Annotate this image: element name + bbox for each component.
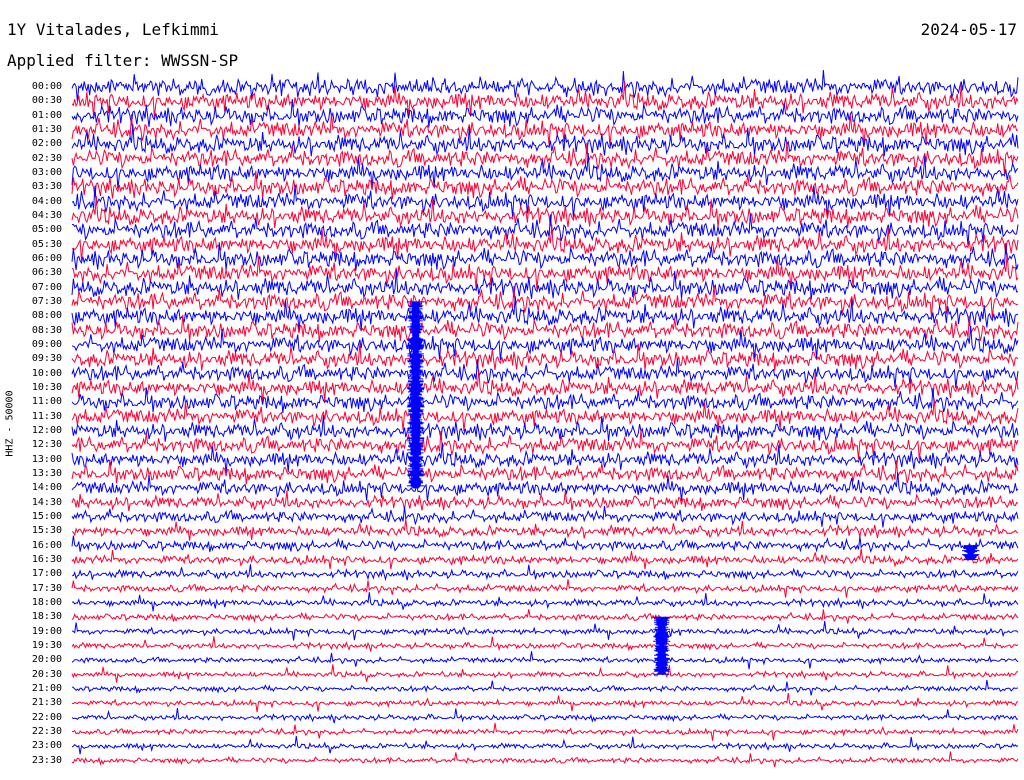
time-tick-1430: 14:30 — [31, 496, 62, 508]
time-tick-1700: 17:00 — [31, 568, 62, 580]
time-tick-0030: 00:30 — [31, 95, 62, 107]
trace-row-2100 — [71, 679, 1019, 696]
time-tick-0100: 01:00 — [31, 109, 62, 121]
time-tick-0830: 08:30 — [31, 324, 62, 336]
time-tick-1230: 12:30 — [31, 439, 62, 451]
time-tick-1130: 11:30 — [31, 410, 62, 422]
date-label: 2024-05-17 — [920, 20, 1017, 39]
time-tick-1500: 15:00 — [31, 510, 62, 522]
time-tick-0400: 04:00 — [31, 195, 62, 207]
trace-row-1700 — [71, 564, 1019, 582]
trace-row-1130 — [71, 398, 1019, 432]
time-tick-0600: 06:00 — [31, 252, 62, 264]
station-title: 1Y Vitalades, Lefkimmi — [7, 20, 219, 39]
trace-row-2030 — [71, 664, 1019, 683]
time-tick-0330: 03:30 — [31, 181, 62, 193]
time-tick-0900: 09:00 — [31, 338, 62, 350]
event-burst-3 — [962, 545, 980, 561]
time-tick-0200: 02:00 — [31, 138, 62, 150]
time-tick-1730: 17:30 — [31, 582, 62, 594]
trace-row-2000 — [71, 651, 1019, 670]
time-tick-1300: 13:00 — [31, 453, 62, 465]
trace-row-1530 — [71, 519, 1019, 541]
time-tick-1030: 10:30 — [31, 381, 62, 393]
time-tick-0230: 02:30 — [31, 152, 62, 164]
time-tick-2300: 23:00 — [31, 740, 62, 752]
trace-row-1930 — [71, 636, 1019, 652]
trace-row-1800 — [71, 592, 1019, 612]
time-tick-1330: 13:30 — [31, 467, 62, 479]
trace-row-1730 — [71, 579, 1019, 598]
trace-row-2330 — [71, 751, 1019, 768]
time-tick-1630: 16:30 — [31, 553, 62, 565]
time-tick-1000: 10:00 — [31, 367, 62, 379]
time-tick-0700: 07:00 — [31, 281, 62, 293]
trace-row-1200 — [71, 415, 1019, 442]
time-tick-1600: 16:00 — [31, 539, 62, 551]
time-tick-1800: 18:00 — [31, 596, 62, 608]
trace-row-1600 — [71, 535, 1019, 553]
time-tick-1830: 18:30 — [31, 611, 62, 623]
time-tick-2330: 23:30 — [31, 754, 62, 766]
time-tick-1200: 12:00 — [31, 424, 62, 436]
time-tick-2100: 21:00 — [31, 682, 62, 694]
time-tick-2030: 20:30 — [31, 668, 62, 680]
event-burst-1 — [406, 301, 425, 489]
trace-row-1030 — [71, 369, 1019, 403]
time-tick-0130: 01:30 — [31, 123, 62, 135]
time-tick-2230: 22:30 — [31, 725, 62, 737]
trace-row-1330 — [71, 459, 1019, 485]
time-tick-0000: 00:00 — [31, 81, 62, 92]
time-tick-0530: 05:30 — [31, 238, 62, 250]
trace-row-1100 — [71, 387, 1019, 414]
time-tick-2000: 20:00 — [31, 654, 62, 666]
time-tick-0500: 05:00 — [31, 224, 62, 236]
trace-row-1430 — [71, 490, 1019, 512]
trace-row-1630 — [71, 548, 1019, 570]
time-tick-0930: 09:30 — [31, 353, 62, 365]
time-tick-1900: 19:00 — [31, 625, 62, 637]
trace-row-2200 — [71, 708, 1019, 724]
trace-row-1500 — [71, 505, 1019, 528]
trace-row-0000 — [71, 70, 1019, 102]
time-tick-0800: 08:00 — [31, 310, 62, 322]
time-tick-0730: 07:30 — [31, 295, 62, 307]
time-tick-1530: 15:30 — [31, 525, 62, 537]
time-tick-0300: 03:00 — [31, 166, 62, 178]
trace-row-1830 — [71, 609, 1019, 624]
helicorder-plot — [71, 70, 1019, 768]
time-tick-2130: 21:30 — [31, 697, 62, 709]
time-tick-0430: 04:30 — [31, 209, 62, 221]
time-tick-1930: 19:30 — [31, 639, 62, 651]
time-tick-1100: 11:00 — [31, 396, 62, 408]
trace-row-2130 — [71, 692, 1019, 713]
channel-label: HHZ - 50000 — [4, 390, 16, 457]
time-tick-0630: 06:30 — [31, 267, 62, 279]
trace-row-2230 — [72, 722, 1019, 741]
time-tick-2200: 22:00 — [31, 711, 62, 723]
event-burst-2 — [652, 616, 671, 675]
time-tick-1400: 14:00 — [31, 482, 62, 494]
trace-row-2300 — [71, 735, 1019, 755]
filter-label: Applied filter: WWSSN-SP — [7, 51, 239, 70]
